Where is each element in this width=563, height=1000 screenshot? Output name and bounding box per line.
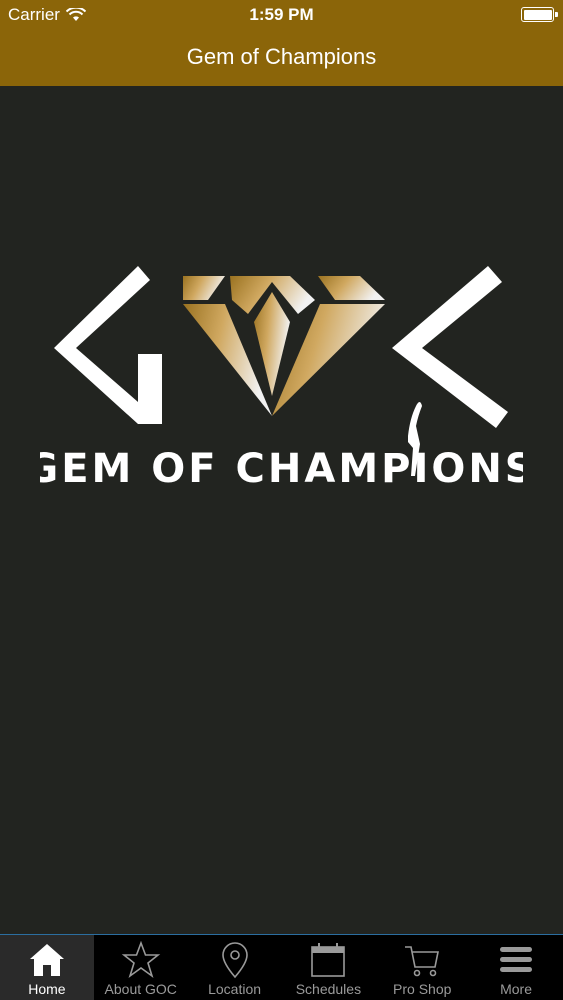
map-pin-icon: [221, 942, 248, 979]
logo-letter-g: [54, 266, 162, 424]
tab-label: Location: [208, 981, 262, 997]
calendar-icon: [311, 943, 346, 977]
status-time: 1:59 PM: [249, 5, 314, 24]
tab-label: Home: [28, 981, 66, 997]
goc-logo: GEM OF CHAMPIONS: [40, 266, 523, 492]
tab-label: About GOC: [104, 981, 177, 997]
tab-about[interactable]: About GOC: [94, 935, 188, 1000]
tab-label: Pro Shop: [393, 981, 452, 997]
status-bar: Carrier 1:59 PM: [0, 0, 563, 30]
main-content: GEM OF CHAMPIONS: [0, 86, 563, 934]
tab-home[interactable]: Home: [0, 935, 94, 1000]
page-title: Gem of Champions: [186, 44, 377, 69]
tab-label: More: [500, 981, 532, 997]
tab-bar: Home About GOC Location Schedules Pro Sh…: [0, 934, 563, 1000]
battery-icon: [521, 7, 558, 22]
tab-schedules[interactable]: Schedules: [281, 935, 375, 1000]
tab-label: Schedules: [295, 981, 362, 997]
logo-letter-c: [392, 266, 508, 428]
star-icon: [121, 941, 161, 979]
diamond-icon: [183, 276, 385, 416]
menu-icon: [500, 947, 533, 972]
tab-more[interactable]: More: [469, 935, 563, 1000]
cart-icon: [405, 946, 440, 977]
header: Carrier 1:59 PM Gem of Champions: [0, 0, 563, 86]
logo-wordmark: GEM OF CHAMPIONS: [40, 446, 523, 492]
tab-location[interactable]: Location: [188, 935, 282, 1000]
tab-pro-shop[interactable]: Pro Shop: [375, 935, 469, 1000]
home-icon: [29, 944, 64, 976]
